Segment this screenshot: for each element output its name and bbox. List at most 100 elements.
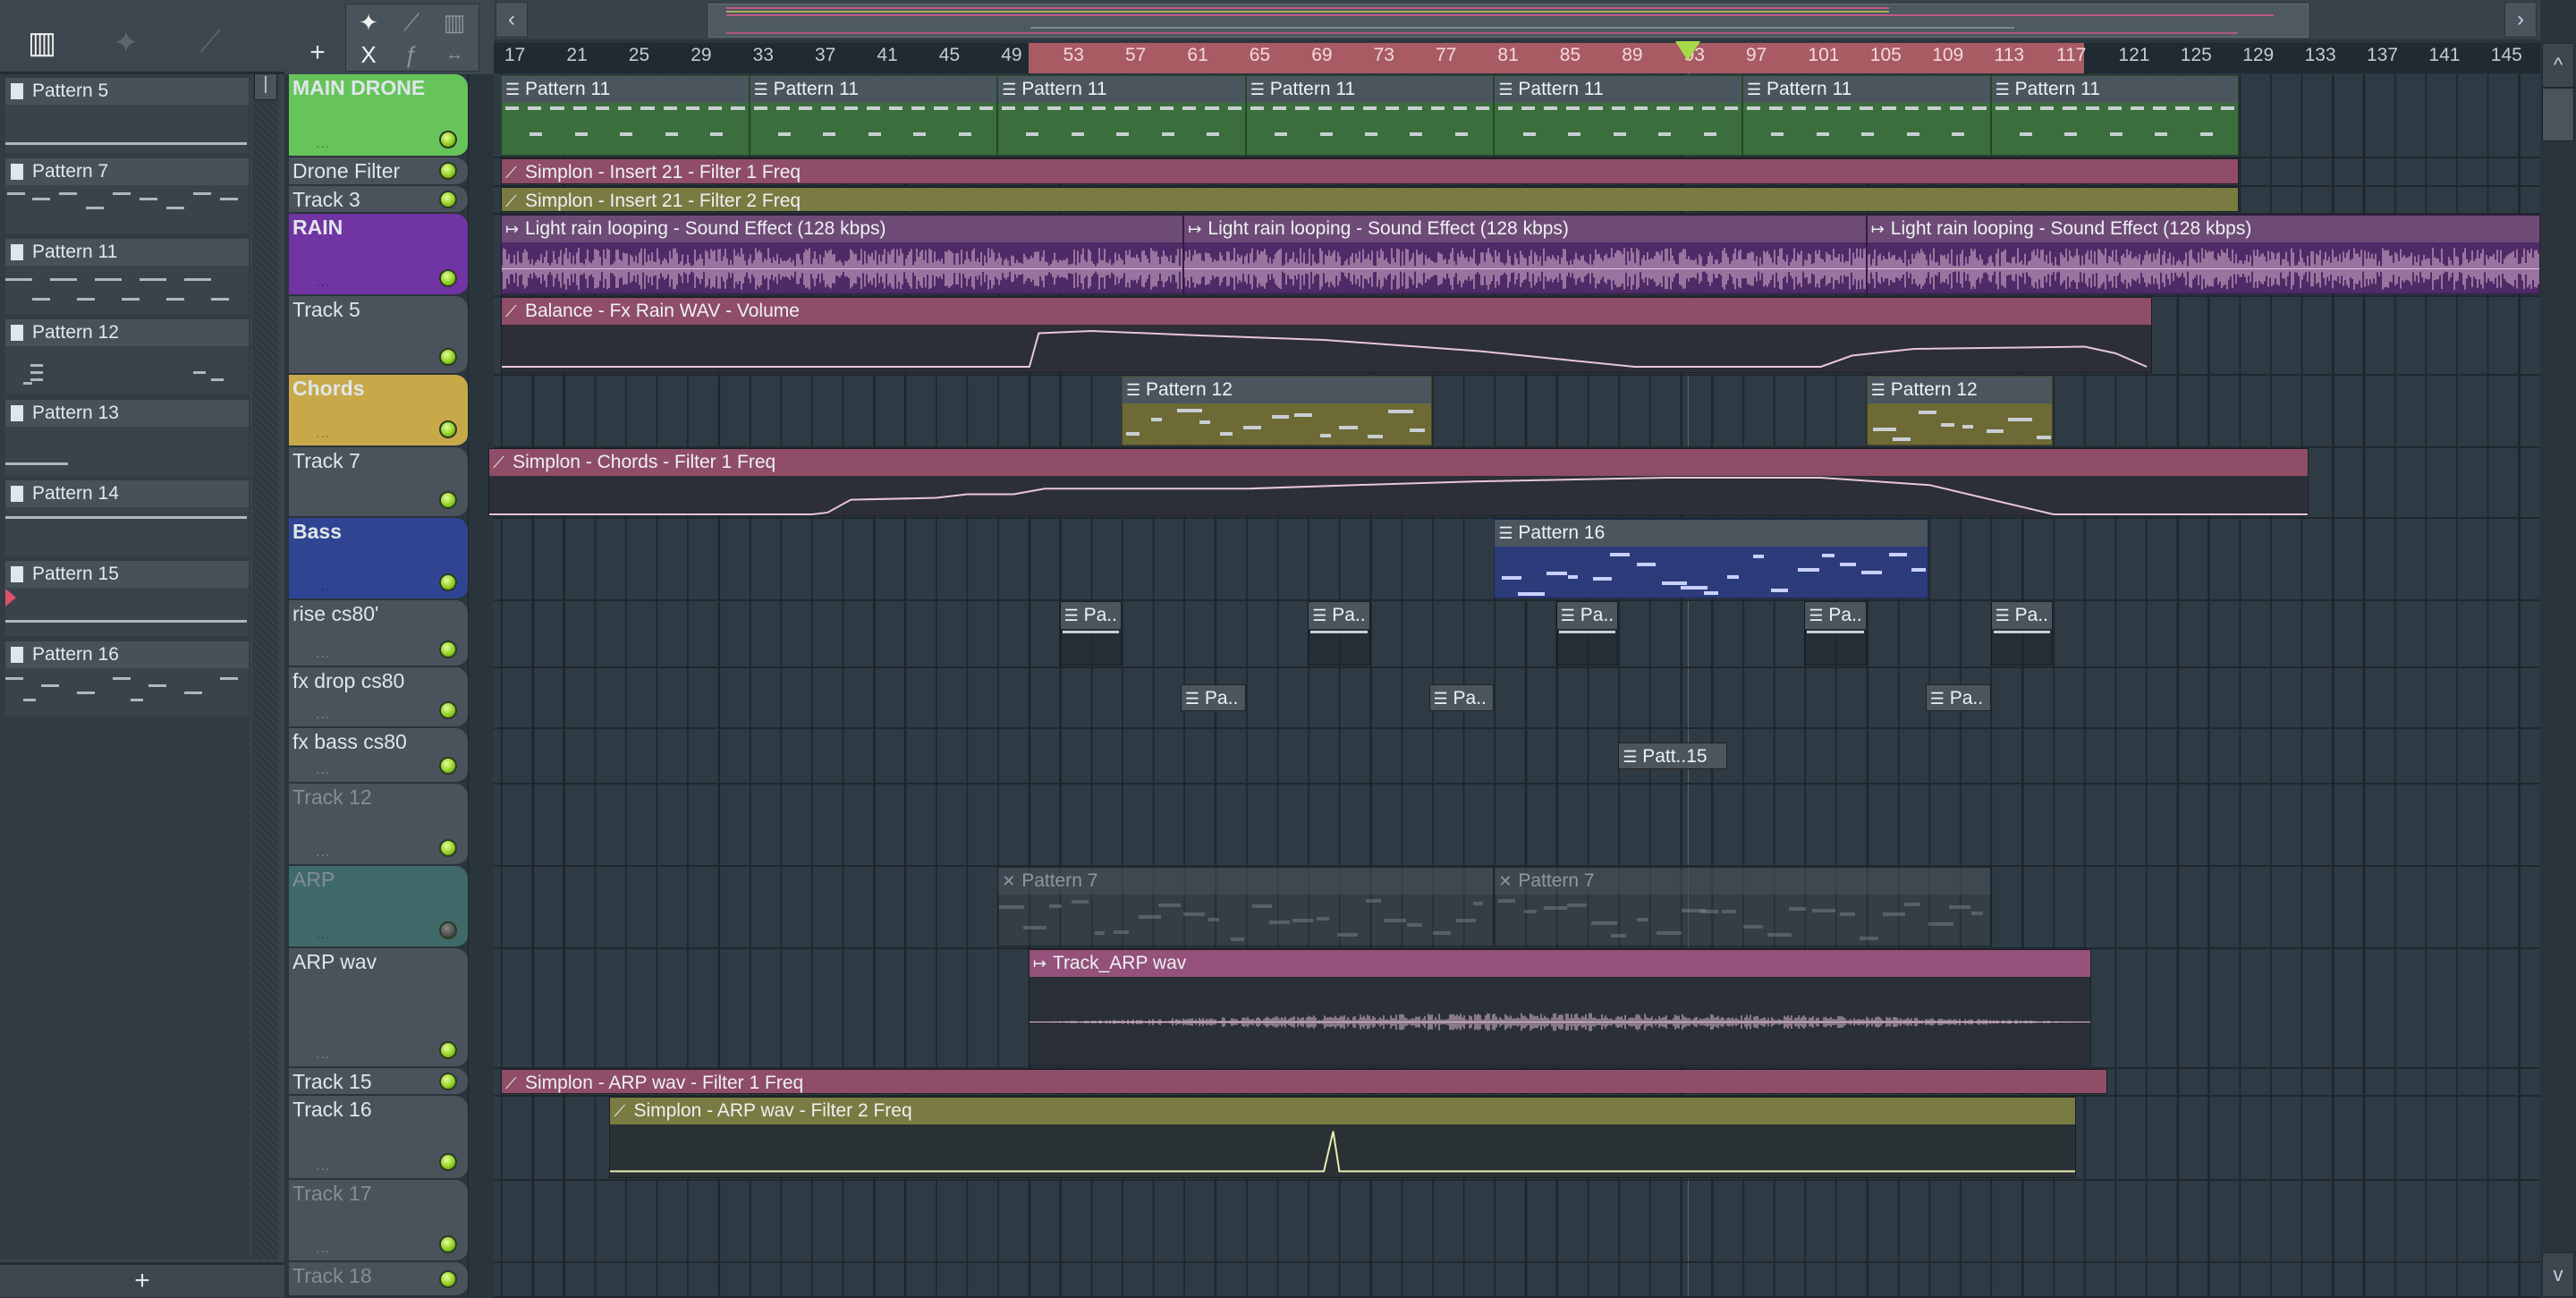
track-name[interactable]: fx bass cs80 [292, 730, 407, 754]
playlist-clip[interactable]: ⟋ Simplon - Insert 21 - Filter 1 Freq [501, 158, 2240, 184]
track-mute-led-icon[interactable] [439, 491, 457, 509]
delete-icon[interactable]: X [348, 38, 389, 71]
pattern-list-scrollbar[interactable] [252, 74, 279, 1260]
track-options-icon[interactable]: ... [316, 136, 330, 152]
playlist-clip[interactable]: ☰ Pa.. [1925, 668, 1991, 726]
track-mute-led-icon[interactable] [439, 921, 457, 939]
track-header-track-16[interactable]: Track 16... [289, 1096, 468, 1180]
pattern-list-item[interactable]: Pattern 15 [5, 561, 249, 636]
slide-icon[interactable]: ƒ [391, 38, 432, 71]
playlist-clip[interactable]: ↦ Light rain looping - Sound Effect (128 … [1183, 215, 1867, 294]
track-mute-led-icon[interactable] [439, 131, 457, 148]
track-mute-led-icon[interactable] [439, 190, 457, 208]
track-mute-led-icon[interactable] [439, 1269, 457, 1288]
playlist-clip[interactable]: ☰ Pa.. [1180, 668, 1246, 726]
track-mute-led-icon[interactable] [439, 162, 457, 180]
pattern-list-item[interactable]: Pattern 16 [5, 641, 249, 717]
track-mute-led-icon[interactable] [439, 1041, 457, 1059]
track-options-icon[interactable]: ... [316, 275, 330, 291]
track-header-rain[interactable]: RAIN... [289, 214, 468, 296]
playlist-clip[interactable]: ☰ Pattern 12 [1122, 376, 1432, 445]
clip-header[interactable]: ⟋ Simplon - Insert 21 - Filter 1 Freq [502, 159, 2239, 183]
scroll-right-button[interactable]: › [2504, 2, 2537, 38]
clip-header[interactable]: ✕ Pattern 7 [998, 868, 1494, 895]
clip-header[interactable]: ☰ Pattern 16 [1495, 520, 1928, 547]
track-options-icon[interactable]: ... [316, 844, 330, 861]
track-options-icon[interactable]: ... [316, 762, 330, 778]
track-name[interactable]: MAIN DRONE [292, 76, 425, 100]
track-header-drone-filter[interactable]: Drone Filter [289, 157, 468, 186]
track-name[interactable]: Drone Filter [292, 159, 400, 183]
pattern-list-item[interactable]: Pattern 11 [5, 239, 249, 314]
clip-header[interactable]: ☰ Pattern 11 [502, 76, 749, 103]
audio-icon[interactable]: ✦ [104, 25, 148, 61]
stretch-icon[interactable]: ↔ [434, 38, 475, 71]
track-options-icon[interactable]: ... [316, 1047, 330, 1063]
playlist-clip[interactable]: ☰ Pattern 11 [1245, 75, 1495, 156]
add-pattern-button[interactable]: + [0, 1262, 284, 1297]
playlist-clip[interactable]: ☰ Pattern 11 [501, 75, 750, 156]
track-header-track-3[interactable]: Track 3 [289, 186, 468, 214]
playlist-clip[interactable]: ☰ Pa.. [1804, 601, 1867, 666]
clip-header[interactable]: ☰ Pa.. [1991, 602, 2052, 629]
track-name[interactable]: Track 15 [292, 1070, 372, 1094]
playlist-clip[interactable]: ☰ Pattern 12 [1866, 376, 2053, 445]
playlist-clip[interactable]: ☰ Pattern 11 [749, 75, 998, 156]
clip-header[interactable]: ↦ Light rain looping - Sound Effect (128 … [502, 216, 1183, 242]
vertical-scrollbar[interactable] [2540, 0, 2576, 1297]
track-name[interactable]: fx drop cs80 [292, 669, 404, 693]
clip-header[interactable]: ⟋ Simplon - Insert 21 - Filter 2 Freq [502, 188, 2239, 211]
track-header-track-18[interactable]: Track 18 [289, 1262, 468, 1297]
clip-header[interactable]: ☰ Pattern 11 [1495, 76, 1741, 103]
clip-header[interactable]: ☰ Pattern 11 [1246, 76, 1494, 103]
scrollbar-thumb[interactable] [2542, 88, 2574, 141]
track-options-icon[interactable]: ... [316, 927, 330, 943]
clip-header[interactable]: ☰ Pattern 12 [1123, 377, 1431, 403]
pattern-header[interactable]: Pattern 5 [5, 78, 249, 105]
track-mute-led-icon[interactable] [439, 1235, 457, 1253]
track-mute-led-icon[interactable] [439, 701, 457, 719]
scroll-down-button[interactable]: v [2542, 1252, 2574, 1297]
track-name[interactable]: ARP [292, 868, 335, 892]
playlist-clip[interactable]: ↦ Light rain looping - Sound Effect (128 … [501, 215, 1184, 294]
track-header-rise-cs80-[interactable]: rise cs80'... [289, 600, 468, 667]
playlist-clip[interactable]: ☰ Pattern 16 [1494, 519, 1929, 598]
track-name[interactable]: ARP wav [292, 950, 377, 974]
track-options-icon[interactable]: ... [316, 1241, 330, 1257]
clip-header[interactable]: ✕ Pattern 7 [1495, 868, 1990, 895]
playlist-clip[interactable]: ☰ Pa.. [1059, 601, 1122, 666]
clip-header[interactable]: ☰ Pa.. [1060, 602, 1121, 629]
clip-header[interactable]: ⟋ Simplon - Chords - Filter 1 Freq [489, 449, 2309, 476]
clip-header[interactable]: ☰ Pa.. [1805, 602, 1866, 629]
playlist-clip[interactable]: ☰ Pattern 11 [1742, 75, 1991, 156]
track-header-arp-wav[interactable]: ARP wav... [289, 948, 468, 1068]
add-track-button[interactable]: + [295, 38, 340, 72]
playlist-overview[interactable] [494, 0, 2540, 39]
playlist-clip[interactable]: ⟋ Simplon - Chords - Filter 1 Freq [488, 448, 2309, 516]
track-header-main-drone[interactable]: MAIN DRONE... [289, 74, 468, 157]
track-name[interactable]: Track 16 [292, 1098, 372, 1122]
track-mute-led-icon[interactable] [439, 420, 457, 438]
pattern-list-item[interactable]: Pattern 5 [5, 78, 249, 153]
track-name[interactable]: Track 18 [292, 1264, 372, 1288]
playlist-clip[interactable]: ☰ Pattern 11 [1494, 75, 1742, 156]
track-header-track-7[interactable]: Track 7 [289, 447, 468, 518]
playhead-marker-icon[interactable] [1675, 41, 1701, 61]
clip-header[interactable]: ⟋ Balance - Fx Rain WAV - Volume [502, 298, 2152, 325]
scroll-left-button[interactable]: ‹ [496, 2, 528, 38]
clip-header[interactable]: ☰ Pa.. [1309, 602, 1369, 629]
track-mute-led-icon[interactable] [439, 573, 457, 591]
playlist-clip[interactable]: ✕ Pattern 7 [1494, 867, 1991, 946]
clip-header[interactable]: ↦ Light rain looping - Sound Effect (128 … [1867, 216, 2539, 242]
playlist-clip[interactable]: ☰ Pattern 11 [997, 75, 1246, 156]
clip-header[interactable]: ☰ Pattern 11 [750, 76, 997, 103]
track-name[interactable]: Track 7 [292, 449, 360, 473]
playlist-clip[interactable]: ☰ Pa.. [1555, 601, 1619, 666]
track-name[interactable]: rise cs80' [292, 602, 378, 626]
scroll-up-button[interactable]: ^ [2542, 43, 2574, 88]
playlist-clip[interactable]: ⟋ Balance - Fx Rain WAV - Volume [501, 297, 2153, 373]
track-mute-led-icon[interactable] [439, 348, 457, 366]
track-name[interactable]: Track 17 [292, 1182, 372, 1206]
track-header-arp[interactable]: ARP... [289, 866, 468, 948]
track-name[interactable]: Track 3 [292, 188, 360, 212]
